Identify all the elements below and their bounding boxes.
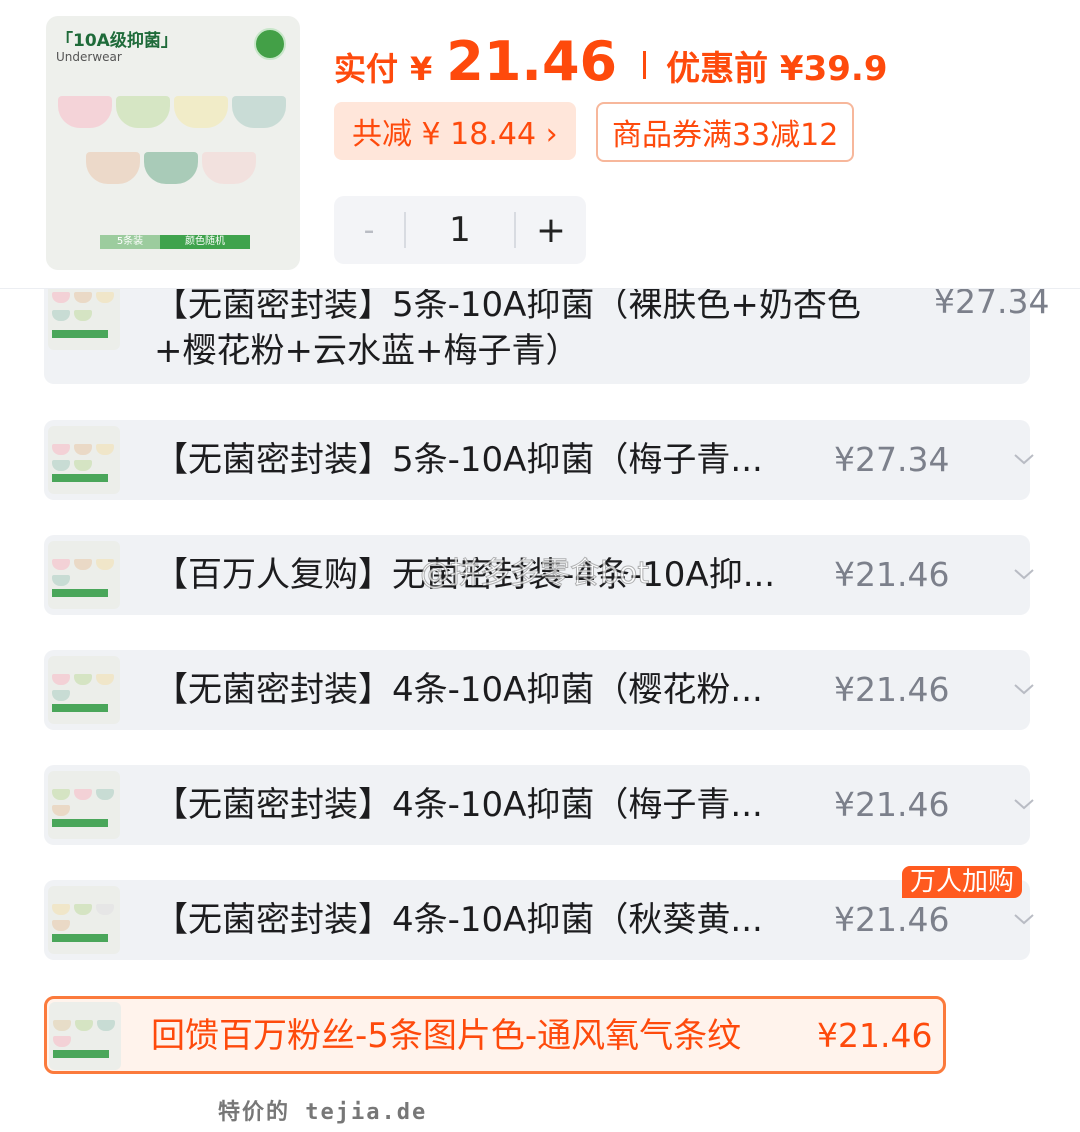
certification-icon xyxy=(254,28,286,60)
sku-thumbnail xyxy=(48,886,120,954)
sku-thumbnail xyxy=(49,1002,121,1070)
sku-picker-screen: 「10A级抑菌」 Underwear 5条装 颜色随机 实付 ¥ 21.46 优… xyxy=(0,0,1080,1132)
brief-beige xyxy=(86,152,140,184)
sku-option-selected[interactable]: 回馈百万粉丝-5条图片色-通风氧气条纹 ¥21.46 xyxy=(44,996,946,1074)
chevron-down-icon[interactable] xyxy=(1012,907,1036,931)
sku-title: 【无菌密封装】4条-10A抑菌（梅子青... xyxy=(154,785,763,825)
sku-thumbnail xyxy=(48,771,120,839)
footer-watermark: 特价的 tejia.de xyxy=(218,1100,428,1125)
pay-amount: 21.46 xyxy=(446,30,618,93)
sku-title: 【无菌密封装】4条-10A抑菌（樱花粉... xyxy=(154,670,763,710)
sku-option[interactable]: 【无菌密封装】4条-10A抑菌（梅子青... ¥21.46 xyxy=(44,765,1034,845)
sku-option[interactable]: 【无菌密封装】5条-10A抑菌（梅子青... ¥27.34 xyxy=(44,420,1034,500)
decrease-button[interactable]: - xyxy=(334,213,404,248)
sku-price: ¥21.46 xyxy=(834,555,950,594)
sku-thumbnail xyxy=(48,282,120,350)
sku-title: 回馈百万粉丝-5条图片色-通风氧气条纹 xyxy=(151,1016,742,1056)
brief-blush xyxy=(202,152,256,184)
chevron-down-icon[interactable] xyxy=(1012,562,1036,586)
product-image[interactable]: 「10A级抑菌」 Underwear 5条装 颜色随机 xyxy=(46,16,300,270)
pack-note: 颜色随机 xyxy=(160,235,250,249)
sku-thumbnail xyxy=(48,656,120,724)
sku-price: ¥27.34 xyxy=(834,440,950,479)
hot-badge: 万人加购 xyxy=(902,866,1023,898)
sku-header: 「10A级抑菌」 Underwear 5条装 颜色随机 实付 ¥ 21.46 优… xyxy=(0,0,1080,289)
increase-button[interactable]: + xyxy=(516,210,586,251)
sku-option[interactable]: 【无菌密封装】4条-10A抑菌（秋葵黄... ¥21.46 xyxy=(44,880,1034,960)
sku-thumbnail xyxy=(48,426,120,494)
brief-teal xyxy=(144,152,198,184)
sku-option[interactable]: 【百万人复购】无菌密封装-4条-10A抑... ¥21.46 xyxy=(44,535,1034,615)
brief-blue xyxy=(232,96,286,128)
sku-title: 【百万人复购】无菌密封装-4条-10A抑... xyxy=(154,555,776,595)
sku-title: 【无菌密封装】4条-10A抑菌（秋葵黄... xyxy=(154,900,763,940)
sku-price: ¥21.46 xyxy=(834,785,950,824)
original-price: 优惠前 ¥39.9 xyxy=(666,49,888,89)
quantity-stepper: - 1 + xyxy=(334,196,586,264)
quantity-value[interactable]: 1 xyxy=(406,210,514,250)
sku-price: ¥21.46 xyxy=(834,670,950,709)
chevron-down-icon[interactable] xyxy=(1012,677,1036,701)
pay-label: 实付 xyxy=(334,50,399,88)
price-row: 实付 ¥ 21.46 优惠前 ¥39.9 xyxy=(334,30,887,100)
brief-green xyxy=(116,96,170,128)
sku-price: ¥21.46 xyxy=(817,1016,933,1055)
chevron-down-icon[interactable] xyxy=(1012,792,1036,816)
pack-count: 5条装 xyxy=(100,235,160,249)
pack-banner: 5条装 颜色随机 xyxy=(100,235,250,249)
sku-option[interactable]: 【无菌密封装】4条-10A抑菌（樱花粉... ¥21.46 xyxy=(44,650,1034,730)
sku-thumbnail xyxy=(48,541,120,609)
hero-subtitle: Underwear xyxy=(56,50,122,64)
pay-currency: ¥ xyxy=(410,50,433,88)
chevron-down-icon[interactable] xyxy=(1012,447,1036,471)
brief-pink xyxy=(58,96,112,128)
brief-cream xyxy=(174,96,228,128)
sku-title: 【无菌密封装】5条-10A抑菌（裸肤色+奶杏色+樱花粉+云水蓝+梅子青） xyxy=(154,285,861,371)
price-separator xyxy=(643,51,647,79)
coupon-badge[interactable]: 商品券满33减12 xyxy=(596,102,855,162)
sku-title: 【无菌密封装】5条-10A抑菌（梅子青... xyxy=(154,440,763,480)
total-discount-button[interactable]: 共减 ¥ 18.44 › xyxy=(334,102,576,160)
hero-tag: 「10A级抑菌」 xyxy=(56,31,178,51)
